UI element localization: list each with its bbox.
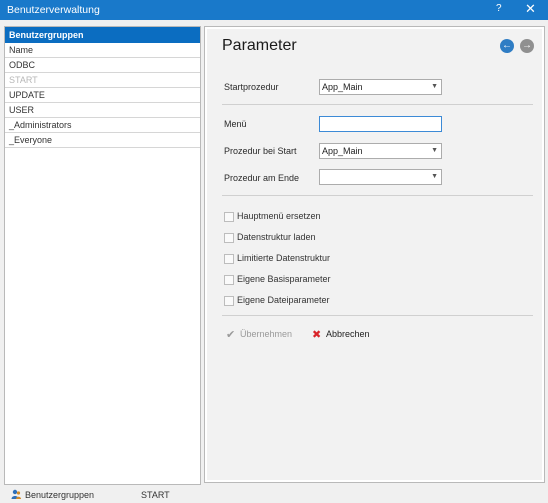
status-bar: Benutzergruppen START [0, 486, 548, 503]
checkbox-label: Eigene Dateiparameter [237, 295, 330, 305]
checkmark-icon: ✔ [226, 329, 236, 341]
divider [222, 195, 533, 196]
cancel-label: Abbrechen [326, 329, 370, 339]
page-title: Parameter [222, 37, 297, 54]
window-titlebar: Benutzerverwaltung ? ✕ [0, 0, 548, 20]
chevron-down-icon: ▼ [431, 83, 438, 90]
checkbox-label: Limitierte Datenstruktur [237, 253, 331, 263]
user-groups-list: Benutzergruppen Name ODBC START UPDATE U… [4, 26, 201, 485]
parameter-panel: Parameter ← → Startprozedur App_Main ▼ M… [207, 29, 542, 480]
parameter-pane: Parameter ← → Startprozedur App_Main ▼ M… [204, 26, 545, 483]
prozedur-start-label: Prozedur bei Start [224, 146, 297, 156]
checkbox-label: Hauptmenü ersetzen [237, 211, 321, 221]
checkbox-box[interactable] [224, 254, 234, 264]
chevron-down-icon: ▼ [431, 147, 438, 154]
prozedur-start-value: App_Main [322, 146, 363, 156]
list-item-everyone[interactable]: _Everyone [5, 133, 200, 148]
startprozedur-value: App_Main [322, 82, 363, 92]
status-value: START [141, 490, 170, 500]
checkbox-box[interactable] [224, 233, 234, 243]
checkbox-label: Eigene Basisparameter [237, 274, 331, 284]
chevron-down-icon: ▼ [431, 173, 438, 180]
list-item-administrators[interactable]: _Administrators [5, 118, 200, 133]
divider [222, 315, 533, 316]
menu-label: Menü [224, 119, 247, 129]
prozedur-ende-select[interactable]: ▼ [319, 169, 442, 185]
list-item-start[interactable]: START [5, 73, 200, 88]
cross-icon: ✖ [312, 329, 322, 341]
checkbox-label: Datenstruktur laden [237, 232, 316, 242]
help-button[interactable]: ? [496, 3, 502, 14]
users-icon [11, 489, 21, 499]
list-item-update[interactable]: UPDATE [5, 88, 200, 103]
column-header-name[interactable]: Name [5, 43, 200, 58]
forward-icon[interactable]: → [520, 39, 534, 53]
status-section: Benutzergruppen [25, 490, 95, 500]
prozedur-ende-label: Prozedur am Ende [224, 173, 300, 183]
startprozedur-select[interactable]: App_Main ▼ [319, 79, 442, 95]
list-header: Benutzergruppen [5, 27, 200, 43]
startprozedur-label: Startprozedur [224, 82, 279, 92]
list-item-odbc[interactable]: ODBC [5, 58, 200, 73]
checkbox-box[interactable] [224, 212, 234, 222]
close-button[interactable]: ✕ [525, 1, 536, 17]
list-item-user[interactable]: USER [5, 103, 200, 118]
divider [222, 104, 533, 105]
window-title: Benutzerverwaltung [7, 4, 100, 16]
checkbox-box[interactable] [224, 275, 234, 285]
apply-label: Übernehmen [240, 329, 293, 339]
prozedur-start-select[interactable]: App_Main ▼ [319, 143, 442, 159]
menu-input[interactable] [319, 116, 442, 132]
checkbox-box[interactable] [224, 296, 234, 306]
back-icon[interactable]: ← [500, 39, 514, 53]
